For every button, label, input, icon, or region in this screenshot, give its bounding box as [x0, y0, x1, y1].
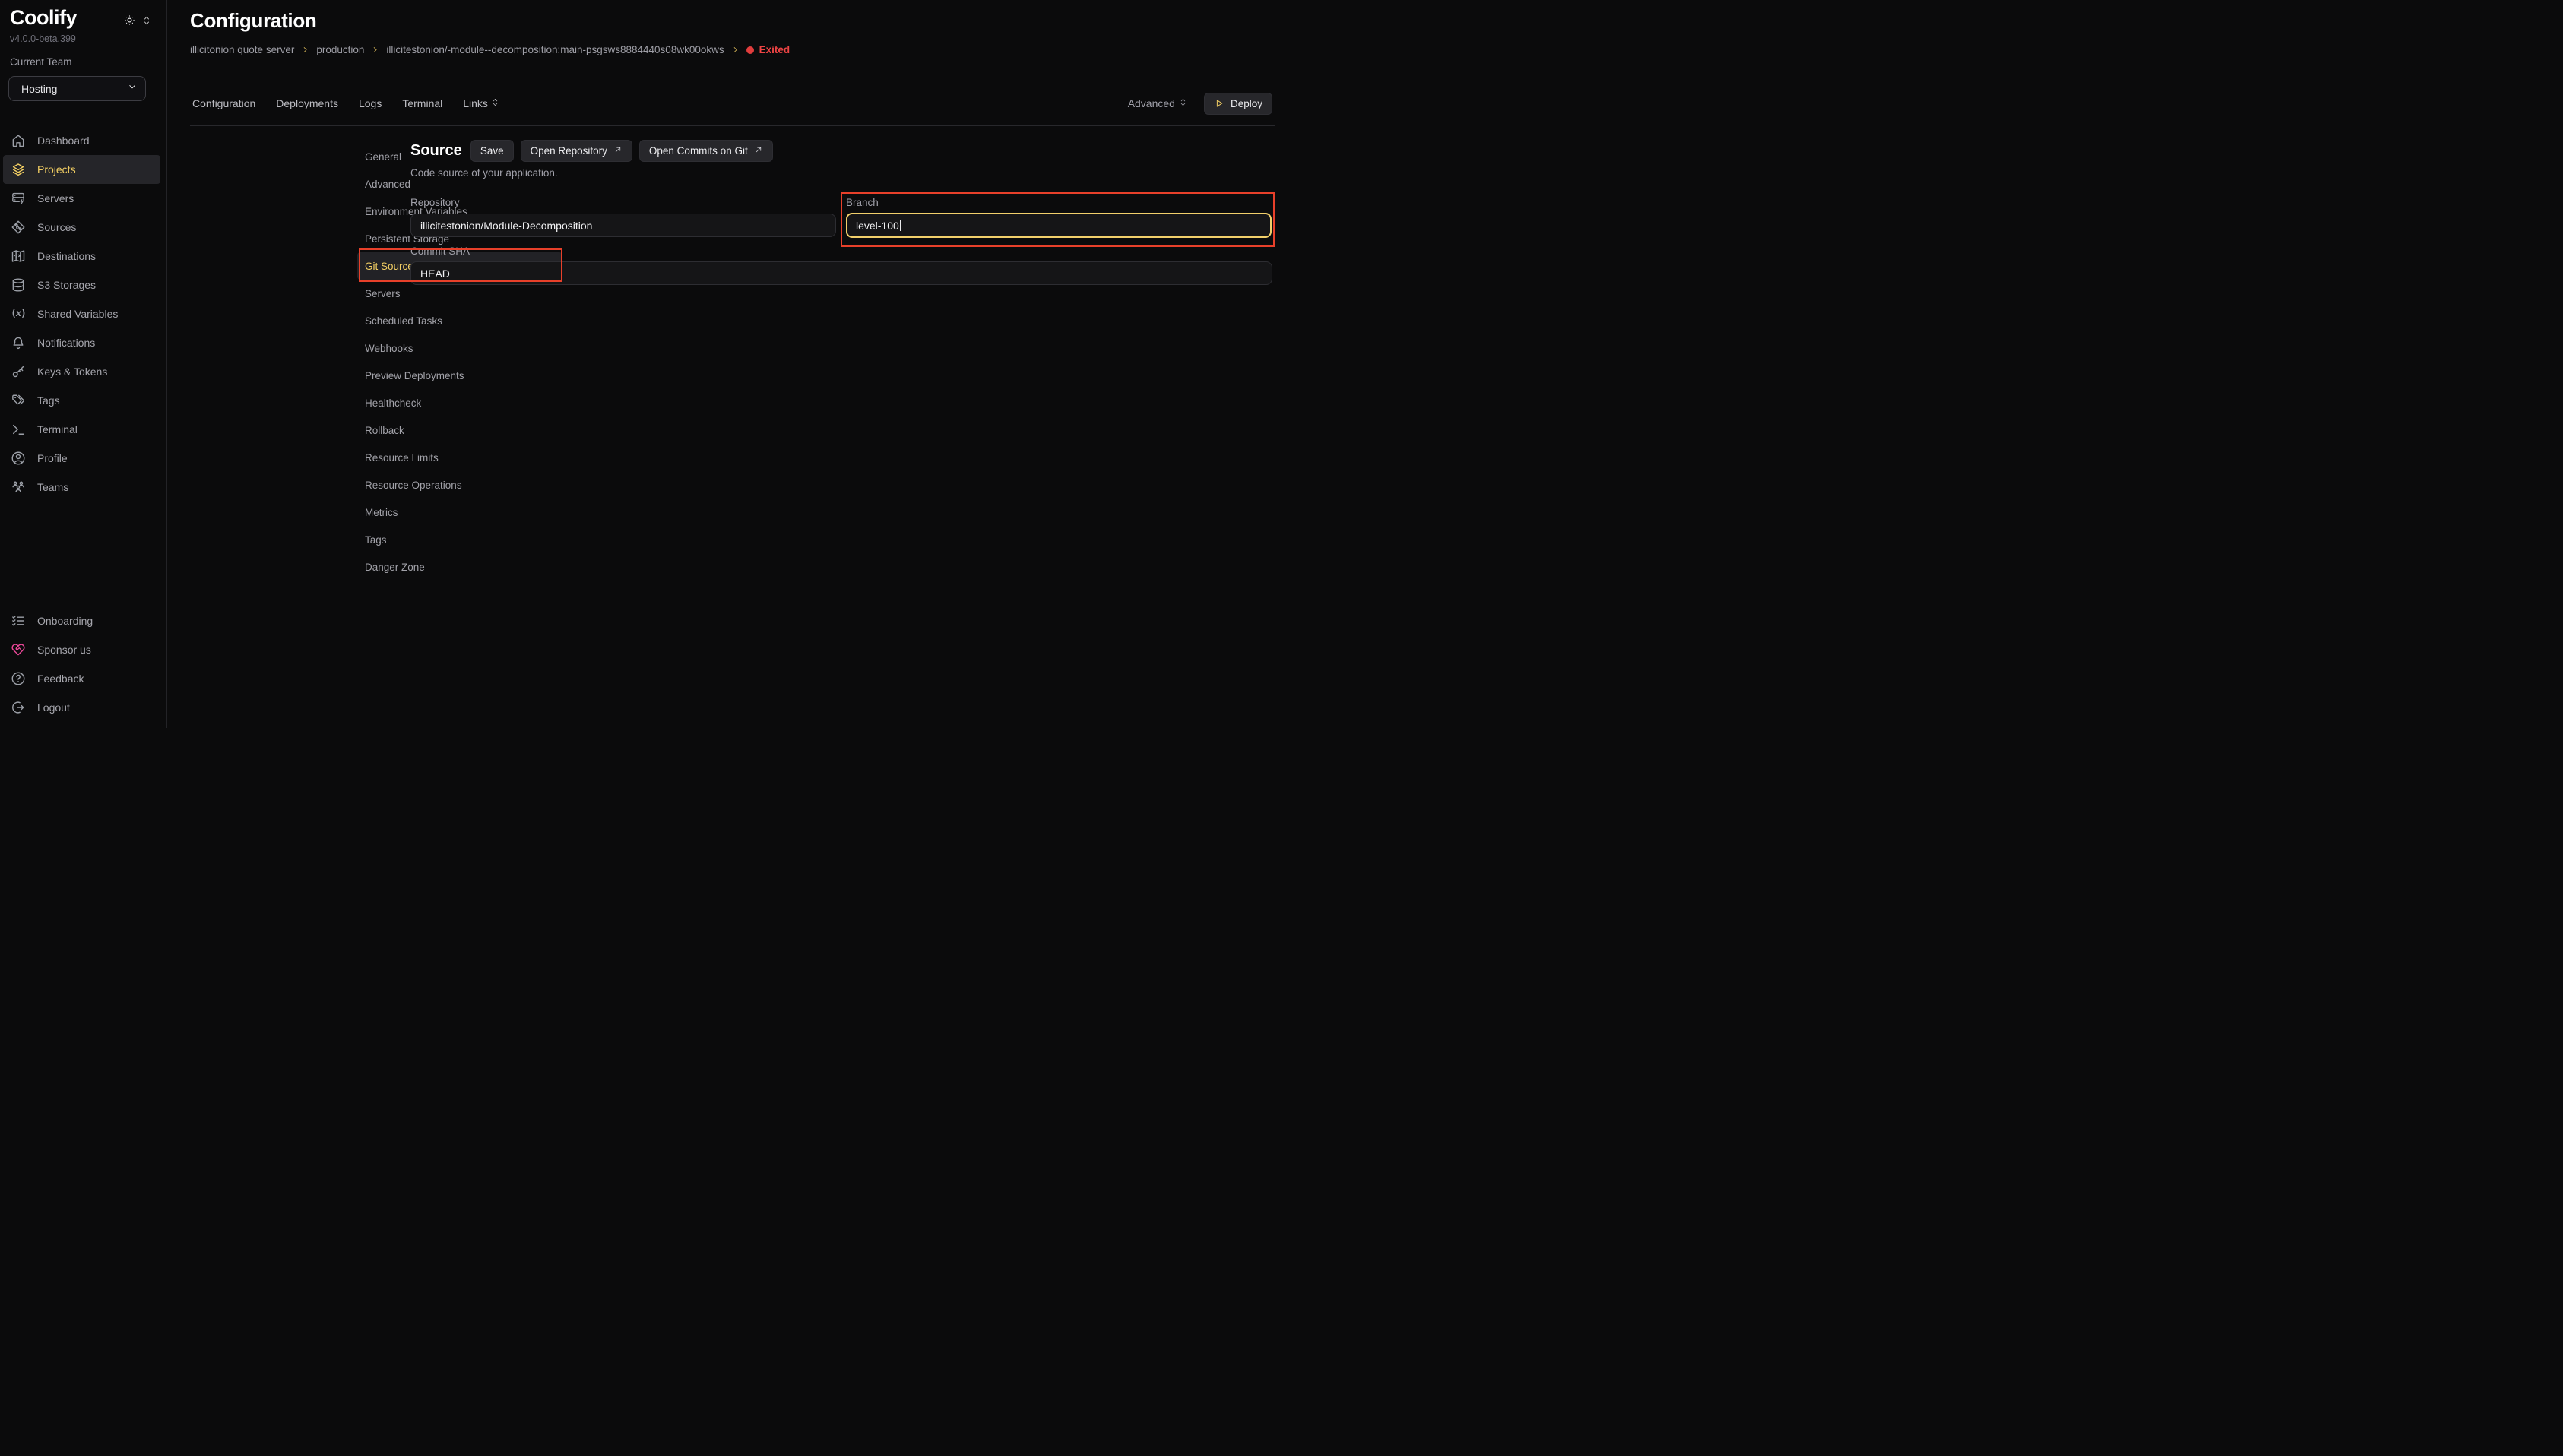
save-button[interactable]: Save [470, 140, 514, 162]
breadcrumb-project[interactable]: illicitonion quote server [190, 44, 294, 55]
commit-sha-input[interactable] [410, 261, 1272, 285]
breadcrumb-environment[interactable]: production [316, 44, 364, 55]
logout-icon [11, 700, 26, 715]
app-logo: Coolify [10, 6, 77, 29]
chevron-right-icon [371, 46, 379, 54]
sidebar-item-onboarding[interactable]: Onboarding [3, 606, 160, 635]
user-icon [11, 451, 26, 466]
advanced-dropdown[interactable]: Advanced [1128, 97, 1187, 110]
text-caret [900, 220, 901, 231]
sidebar-item-teams[interactable]: Teams [3, 473, 160, 502]
subnav-item-webhooks[interactable]: Webhooks [357, 334, 562, 362]
sidebar-item-keys-tokens[interactable]: Keys & Tokens [3, 357, 160, 386]
external-link-icon [754, 145, 763, 157]
tags-icon [11, 393, 26, 408]
status-label: Exited [759, 44, 790, 55]
subnav-item-healthcheck[interactable]: Healthcheck [357, 389, 562, 416]
source-heading: Source [410, 142, 462, 160]
tab-links[interactable]: Links [463, 97, 499, 110]
breadcrumb: illicitonion quote server production ill… [190, 44, 790, 55]
subnav-item-metrics[interactable]: Metrics [357, 499, 562, 526]
terminal-icon [11, 422, 26, 437]
chevron-right-icon [301, 46, 309, 54]
app-version: v4.0.0-beta.399 [10, 33, 76, 44]
subnav-item-resource-operations[interactable]: Resource Operations [357, 471, 562, 499]
current-team-label: Current Team [10, 56, 72, 68]
top-actions: Advanced Deploy [1128, 91, 1272, 116]
sidebar-bottom-nav: Onboarding Sponsor us Feedback Logout [0, 606, 167, 722]
variables-icon: (x) [11, 306, 26, 321]
subnav-item-scheduled-tasks[interactable]: Scheduled Tasks [357, 307, 562, 334]
branch-input[interactable]: level-100 [846, 213, 1272, 238]
sidebar-item-notifications[interactable]: Notifications [3, 328, 160, 357]
map-icon [11, 248, 26, 264]
commit-sha-label: Commit SHA [410, 245, 470, 257]
breadcrumb-resource[interactable]: illicitestonion/-module--decomposition:m… [386, 44, 724, 55]
database-icon [11, 277, 26, 293]
status-badge: Exited [746, 44, 790, 55]
key-icon [11, 364, 26, 379]
page-title: Configuration [190, 9, 317, 33]
subnav-item-danger-zone[interactable]: Danger Zone [357, 553, 562, 581]
source-header: Source Save Open Repository Open Commits… [410, 139, 773, 162]
checklist-icon [11, 613, 26, 628]
coolify-app: Coolify v4.0.0-beta.399 Current Team Hos… [0, 0, 1282, 728]
sidebar-item-logout[interactable]: Logout [3, 693, 160, 722]
sidebar-item-sponsor[interactable]: Sponsor us [3, 635, 160, 664]
chevron-down-icon [127, 81, 138, 96]
theme-sun-icon[interactable] [123, 14, 136, 27]
tab-deployments[interactable]: Deployments [276, 97, 338, 109]
repository-input[interactable] [410, 214, 836, 237]
sidebar-item-shared-variables[interactable]: (x) Shared Variables [3, 299, 160, 328]
repository-label: Repository [410, 197, 460, 208]
sidebar: Coolify v4.0.0-beta.399 Current Team Hos… [0, 0, 167, 728]
subnav-item-preview-deployments[interactable]: Preview Deployments [357, 362, 562, 389]
branch-label: Branch [846, 197, 879, 208]
chevrons-up-down-icon [1179, 97, 1187, 110]
sidebar-item-profile[interactable]: Profile [3, 444, 160, 473]
play-icon [1214, 98, 1224, 109]
help-icon [11, 671, 26, 686]
chevron-right-icon [731, 46, 740, 54]
brand-row: Coolify [10, 6, 157, 36]
sidebar-nav: Dashboard Projects Servers Sources Desti… [0, 126, 167, 502]
tab-logs[interactable]: Logs [359, 97, 382, 109]
sidebar-item-feedback[interactable]: Feedback [3, 664, 160, 693]
sidebar-item-destinations[interactable]: Destinations [3, 242, 160, 271]
main-content: Configuration illicitonion quote server … [167, 0, 1282, 728]
status-dot-icon [746, 46, 754, 54]
sidebar-item-servers[interactable]: Servers [3, 184, 160, 213]
tab-terminal[interactable]: Terminal [402, 97, 442, 109]
external-link-icon [613, 145, 623, 157]
resource-tabs: Configuration Deployments Logs Terminal … [192, 91, 499, 116]
sidebar-item-dashboard[interactable]: Dashboard [3, 126, 160, 155]
server-icon [11, 191, 26, 206]
team-select[interactable]: Hosting [8, 76, 146, 101]
chevrons-up-down-icon [491, 97, 499, 110]
subnav-item-rollback[interactable]: Rollback [357, 416, 562, 444]
sidebar-item-tags[interactable]: Tags [3, 386, 160, 415]
deploy-button[interactable]: Deploy [1204, 93, 1272, 115]
tabs-divider [190, 125, 1275, 126]
sidebar-item-projects[interactable]: Projects [3, 155, 160, 184]
source-description: Code source of your application. [410, 167, 558, 179]
team-select-value: Hosting [21, 83, 57, 95]
heart-icon [11, 642, 26, 657]
bell-icon [11, 335, 26, 350]
home-icon [11, 133, 26, 148]
sidebar-item-terminal[interactable]: Terminal [3, 415, 160, 444]
tab-configuration[interactable]: Configuration [192, 97, 255, 109]
open-commits-button[interactable]: Open Commits on Git [639, 140, 773, 162]
theme-switcher-chevrons-icon[interactable] [142, 14, 151, 27]
git-source-icon [11, 220, 26, 235]
configuration-subnav: General Advanced Environment Variables P… [357, 143, 562, 581]
sidebar-item-sources[interactable]: Sources [3, 213, 160, 242]
subnav-item-tags[interactable]: Tags [357, 526, 562, 553]
layers-icon [11, 162, 26, 177]
users-icon [11, 480, 26, 495]
subnav-item-resource-limits[interactable]: Resource Limits [357, 444, 562, 471]
sidebar-item-s3-storages[interactable]: S3 Storages [3, 271, 160, 299]
open-repository-button[interactable]: Open Repository [521, 140, 632, 162]
